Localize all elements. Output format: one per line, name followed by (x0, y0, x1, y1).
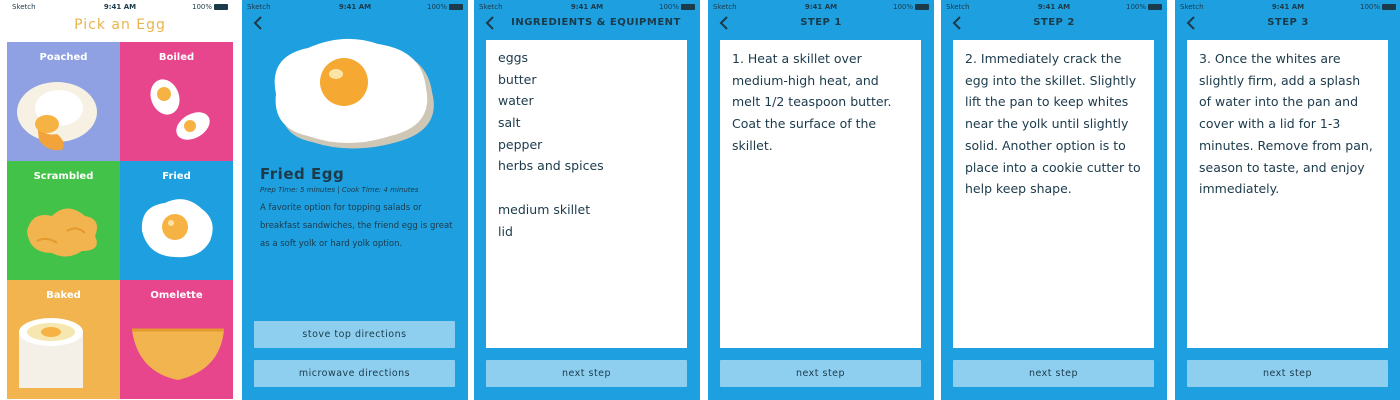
battery-icon (1148, 4, 1162, 10)
screen-title: STEP 2 (1033, 17, 1075, 28)
status-bar: Sketch 9:41 AM 100% (7, 0, 233, 14)
screen-title: STEP 3 (1267, 17, 1309, 28)
battery-icon (214, 4, 228, 10)
battery-indicator: 100% (1126, 3, 1162, 11)
next-step-button[interactable]: next step (720, 360, 921, 387)
microwave-directions-button[interactable]: microwave directions (254, 360, 455, 387)
egg-title: Fried Egg (260, 165, 345, 183)
pick-egg-screen: Sketch 9:41 AM 100% Pick an Egg Poached (7, 0, 233, 400)
tile-scrambled[interactable]: Scrambled (7, 161, 120, 280)
list-item: medium skillet (498, 201, 591, 217)
tile-poached[interactable]: Poached (7, 42, 120, 161)
battery-icon (681, 4, 695, 10)
next-step-button[interactable]: next step (1187, 360, 1388, 387)
screen-title: INGREDIENTS & EQUIPMENT (511, 17, 681, 28)
tile-fried[interactable]: Fried (120, 161, 233, 280)
tile-label: Omelette (150, 290, 203, 301)
next-step-button[interactable]: next step (486, 360, 687, 387)
step-1-screen: Sketch 9:41 AM 100% STEP 1 1. Heat a ski… (708, 0, 934, 400)
egg-description: A favorite option for topping salads or … (260, 203, 453, 250)
tile-baked[interactable]: Baked (7, 280, 120, 399)
status-bar: Sketch 9:41 AM 100% (708, 0, 934, 14)
egg-yolk (320, 58, 368, 106)
tile-boiled[interactable]: Boiled (120, 42, 233, 161)
battery-indicator: 100% (192, 3, 228, 11)
status-bar: Sketch 9:41 AM 100% (941, 0, 1167, 14)
egg-yolk (41, 327, 61, 337)
list-item: eggs (498, 50, 529, 65)
tile-label: Baked (46, 290, 81, 301)
page-title: Pick an Egg (74, 17, 166, 33)
next-step-button[interactable]: next step (953, 360, 1154, 387)
list-item: pepper (498, 136, 543, 152)
ingredient-list: eggs butter water salt pepper herbs and … (486, 47, 687, 242)
battery-indicator: 100% (1360, 3, 1396, 11)
list-item: salt (498, 115, 521, 131)
list-item: lid (498, 223, 513, 239)
stove-top-directions-button[interactable]: stove top directions (254, 321, 455, 348)
step-instructions: 1. Heat a skillet over medium-high heat,… (732, 51, 892, 153)
egg-yolk (184, 120, 196, 132)
tile-label: Boiled (158, 52, 195, 63)
status-bar: Sketch 9:41 AM 100% (474, 0, 700, 14)
egg-detail-screen: Sketch 9:41 AM 100% Fried Egg Prep Time:… (242, 0, 468, 400)
yolk-highlight (329, 69, 343, 79)
status-bar: Sketch 9:41 AM 100% (1175, 0, 1400, 14)
ingredients-card: eggs butter water salt pepper herbs and … (486, 40, 687, 348)
battery-indicator: 100% (659, 3, 695, 11)
tile-label: Poached (39, 52, 88, 63)
list-item: water (498, 93, 534, 109)
egg-yolk (157, 87, 171, 101)
battery-icon (1382, 4, 1396, 10)
yolk-highlight (168, 220, 174, 226)
tile-label: Fried (162, 171, 191, 182)
step-card: 3. Once the whites are slightly firm, ad… (1187, 40, 1388, 348)
tile-omelette[interactable]: Omelette (120, 280, 233, 399)
step-instructions: 3. Once the whites are slightly firm, ad… (1199, 51, 1373, 197)
battery-icon (449, 4, 463, 10)
step-card: 1. Heat a skillet over medium-high heat,… (720, 40, 921, 348)
egg-yolk (35, 115, 59, 133)
battery-icon (915, 4, 929, 10)
list-item: butter (498, 71, 537, 87)
battery-indicator: 100% (427, 3, 463, 11)
fried-egg-illustration (274, 38, 434, 149)
status-bar: Sketch 9:41 AM 100% (242, 0, 468, 14)
list-item: herbs and spices (498, 158, 604, 174)
egg-yolk (162, 214, 188, 240)
tile-label: Scrambled (33, 171, 94, 182)
step-3-screen: Sketch 9:41 AM 100% STEP 3 3. Once the w… (1175, 0, 1400, 400)
egg-grid: Poached Boiled Scrambled Fried Baked Ome… (7, 42, 233, 400)
step-instructions: 2. Immediately crack the egg into the sk… (965, 51, 1141, 197)
screen-title: STEP 1 (800, 17, 842, 28)
battery-indicator: 100% (893, 3, 929, 11)
list-spacer (498, 177, 675, 199)
step-2-screen: Sketch 9:41 AM 100% STEP 2 2. Immediatel… (941, 0, 1167, 400)
ingredients-screen: Sketch 9:41 AM 100% INGREDIENTS & EQUIPM… (474, 0, 700, 400)
prep-cook-time: Prep Time: 5 minutes | Cook Time: 4 minu… (260, 186, 419, 194)
step-card: 2. Immediately crack the egg into the sk… (953, 40, 1154, 348)
